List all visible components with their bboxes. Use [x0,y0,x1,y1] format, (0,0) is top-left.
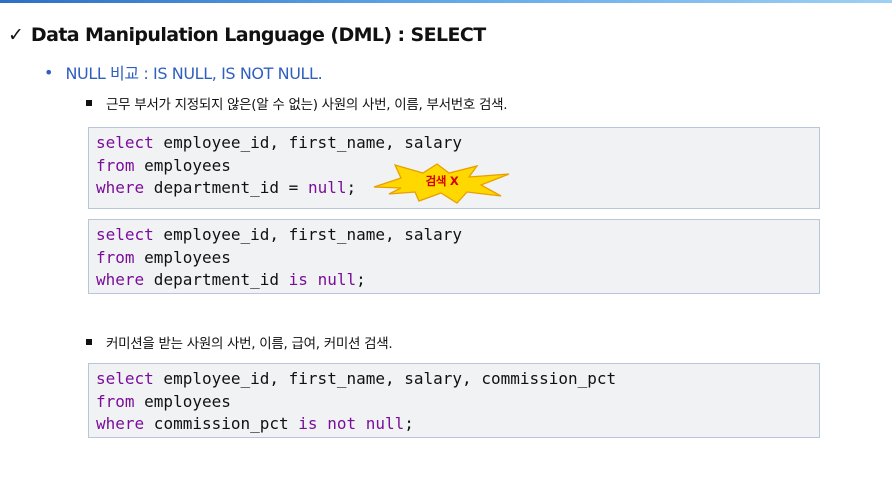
code-keyword: where [96,414,145,433]
code-text: employees [134,391,231,411]
code-line: where department_id is null; [96,269,819,292]
code-keyword: select [96,225,154,244]
square-bullet-icon [86,339,92,345]
slide-heading: ✓ Data Manipulation Language (DML) : SEL… [8,20,486,50]
code-keyword: is null [288,270,357,289]
code-line: select employee_id, first_name, salary [96,132,819,155]
annotation-burst: 검색 X [371,161,513,205]
list-item-2: 커미션을 받는 사원의 사번, 이름, 급여, 커미션 검색. [86,331,393,353]
top-rule [0,0,892,3]
bullet-dot-icon: • [44,62,54,82]
code-text: ; [346,178,357,197]
code-block-3: select employee_id, first_name, salary, … [88,363,820,438]
code-text: employees [134,155,231,175]
code-line: from employees [96,391,819,414]
code-keyword: where [96,270,145,289]
code-keyword: select [96,133,154,152]
code-text: employee_id, first_name, salary [153,225,463,244]
code-text: employee_id, first_name, salary, commiss… [153,369,617,388]
list-item-text: 커미션을 받는 사원의 사번, 이름, 급여, 커미션 검색. [106,336,393,352]
code-text: department_id = [144,178,308,197]
code-keyword: from [96,391,135,411]
code-line: where commission_pct is not null; [96,413,819,436]
code-keyword: from [96,247,135,267]
code-keyword: where [96,178,145,197]
code-keyword: select [96,369,154,388]
code-line: from employees [96,247,819,270]
subtitle-bullet: • NULL 비교 : IS NULL, IS NOT NULL. [44,60,323,84]
checkmark-icon: ✓ [8,23,24,46]
slide-title: Data Manipulation Language (DML) : SELEC… [30,24,486,46]
code-block-2: select employee_id, first_name, salary f… [88,219,820,294]
code-text: employees [134,247,231,267]
code-text: ; [404,414,414,433]
subtitle-text: NULL 비교 : IS NULL, IS NOT NULL. [65,64,323,83]
code-keyword: is not null [298,414,405,433]
list-item-text: 근무 부서가 지정되지 않은(알 수 없는) 사원의 사번, 이름, 부서번호 … [106,97,508,113]
square-bullet-icon [86,100,92,106]
code-keyword: from [96,155,135,175]
annotation-label: 검색 X [425,174,459,188]
list-item-1: 근무 부서가 지정되지 않은(알 수 없는) 사원의 사번, 이름, 부서번호 … [86,92,507,114]
code-line: select employee_id, first_name, salary, … [96,368,819,391]
code-text: department_id [144,270,289,289]
code-text: commission_pct [144,414,299,433]
code-line: select employee_id, first_name, salary [96,224,819,247]
code-keyword: null [307,178,347,197]
code-text: ; [356,270,366,289]
code-text: employee_id, first_name, salary [153,133,463,152]
